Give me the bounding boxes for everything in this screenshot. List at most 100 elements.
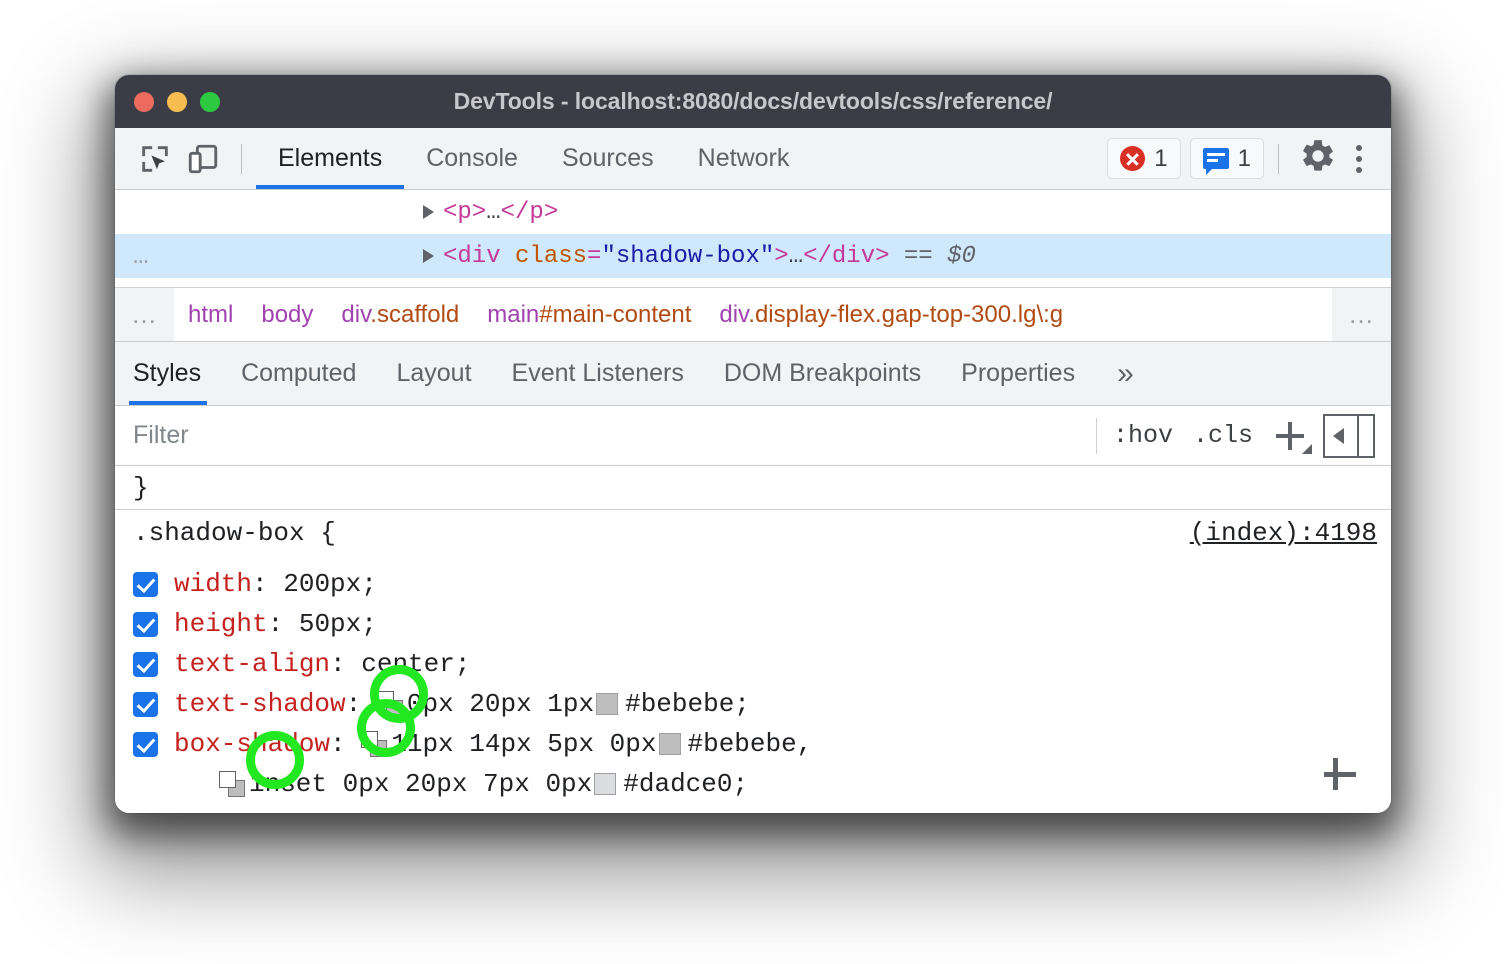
declaration-checkbox[interactable] — [133, 612, 158, 637]
breadcrumb-main-tag: main — [487, 301, 539, 328]
add-property-button[interactable] — [1319, 753, 1361, 795]
text-shadow-editor-icon[interactable] — [377, 691, 403, 717]
toggle-class-button[interactable]: .cls — [1183, 421, 1263, 450]
tab-dom-breakpoints[interactable]: DOM Breakpoints — [704, 342, 941, 405]
tab-sources[interactable]: Sources — [540, 128, 676, 189]
property-value[interactable]: 200px; — [283, 569, 377, 599]
panel-tab-list: Elements Console Sources Network — [256, 128, 811, 189]
property-value-color[interactable]: #bebebe, — [688, 729, 813, 759]
toggle-element-state-button[interactable]: :hov — [1103, 421, 1183, 450]
kebab-menu-icon[interactable] — [1341, 137, 1377, 181]
tab-styles[interactable]: Styles — [115, 342, 221, 405]
declaration-box-shadow-inset[interactable]: inset 0px 20px 7px 0px #dadce0; — [115, 764, 1391, 804]
css-rule-closing-brace: } — [115, 804, 1391, 813]
window-title: DevTools - localhost:8080/docs/devtools/… — [115, 88, 1391, 115]
tab-elements-label: Elements — [278, 144, 382, 173]
dom-tree-row-partial[interactable]: <style>…</style> — [115, 278, 1391, 288]
color-swatch[interactable] — [596, 693, 618, 715]
property-value-color[interactable]: #dadce0; — [623, 769, 748, 799]
property-name[interactable]: height — [174, 609, 268, 639]
declaration-box-shadow[interactable]: box-shadow: 11px 14px 5px 0px #bebebe, — [115, 724, 1391, 764]
declaration-checkbox[interactable] — [133, 652, 158, 677]
stylesheet-origin-link[interactable]: (index):4198 — [1190, 518, 1377, 548]
property-value-color[interactable]: #bebebe; — [625, 689, 750, 719]
gear-icon[interactable] — [1299, 137, 1337, 180]
new-style-rule-button[interactable] — [1263, 413, 1317, 459]
devtools-toolbar: Elements Console Sources Network 1 — [115, 128, 1391, 190]
div-equals: = — [587, 243, 601, 270]
tab-properties-label: Properties — [961, 359, 1075, 388]
property-value[interactable]: 11px 14px 5px 0px — [391, 729, 656, 759]
dom-tree: <p>…</p> … <div class="shadow-box">…</di… — [115, 190, 1391, 288]
property-name[interactable]: width — [174, 569, 252, 599]
box-shadow-inset-editor-icon[interactable] — [219, 771, 245, 797]
declaration-checkbox[interactable] — [133, 692, 158, 717]
p-ellipsis: … — [486, 199, 500, 226]
breadcrumb-main-id: #main-content — [539, 301, 691, 328]
p-open-tag: <p> — [443, 199, 486, 226]
tab-network[interactable]: Network — [676, 128, 812, 189]
tab-elements[interactable]: Elements — [256, 128, 404, 189]
expand-triangle-icon[interactable] — [423, 205, 434, 219]
property-name[interactable]: text-align — [174, 649, 330, 679]
declaration-checkbox[interactable] — [133, 572, 158, 597]
declaration-height[interactable]: height: 50px; — [115, 604, 1391, 644]
breadcrumb-item-div-scaffold[interactable]: div.scaffold — [327, 301, 473, 329]
property-value[interactable]: 0px 20px 1px — [407, 689, 594, 719]
warning-count-badge[interactable]: 1 — [1190, 138, 1264, 179]
breadcrumb-item-html[interactable]: html — [174, 301, 247, 329]
tab-layout[interactable]: Layout — [376, 342, 491, 405]
error-count: 1 — [1154, 145, 1167, 173]
breadcrumb-overflow-left[interactable]: … — [115, 288, 174, 341]
property-value[interactable]: center; — [361, 649, 470, 679]
breadcrumb-item-body[interactable]: body — [247, 301, 327, 329]
warning-count: 1 — [1238, 145, 1251, 173]
plus-icon-vertical — [1288, 422, 1292, 450]
filter-input[interactable] — [115, 420, 1090, 451]
dropdown-corner-icon — [1302, 444, 1312, 454]
dom-tree-row-shadow-box[interactable]: … <div class="shadow-box">…</div> == $0 — [115, 234, 1391, 278]
breadcrumb-item-div-flex[interactable]: div.display-flex.gap-top-300.lg\:g — [705, 301, 1077, 329]
css-rule-header: .shadow-box { (index):4198 — [115, 518, 1391, 564]
filter-divider — [1096, 418, 1097, 454]
more-tabs-chevron-icon[interactable]: » — [1095, 342, 1156, 405]
div-class-attr-value: "shadow-box" — [601, 243, 774, 270]
error-count-badge[interactable]: 1 — [1107, 138, 1180, 179]
color-swatch[interactable] — [594, 773, 616, 795]
inspect-element-icon[interactable] — [131, 135, 179, 183]
color-swatch[interactable] — [659, 733, 681, 755]
dock-to-right-icon[interactable] — [1323, 414, 1375, 458]
property-name[interactable]: box-shadow — [174, 729, 330, 759]
property-value[interactable]: inset 0px 20px 7px 0px — [249, 769, 592, 799]
tab-computed[interactable]: Computed — [221, 342, 376, 405]
dom-tree-row-p[interactable]: <p>…</p> — [115, 190, 1391, 234]
tab-event-listeners-label: Event Listeners — [512, 359, 684, 388]
declaration-width[interactable]: width: 200px; — [115, 564, 1391, 604]
close-window-button[interactable] — [134, 92, 154, 112]
zoom-window-button[interactable] — [200, 92, 220, 112]
styles-filter-row: :hov .cls — [115, 406, 1391, 466]
css-selector[interactable]: .shadow-box { — [133, 518, 336, 548]
error-icon — [1120, 146, 1145, 171]
expand-triangle-icon-selected[interactable] — [423, 249, 434, 263]
styles-sidebar-tabs: Styles Computed Layout Event Listeners D… — [115, 342, 1391, 406]
property-value[interactable]: 50px; — [299, 609, 377, 639]
breadcrumb-item-main-content[interactable]: main#main-content — [473, 301, 705, 329]
dock-divider — [1357, 416, 1359, 456]
box-shadow-editor-icon[interactable] — [361, 731, 387, 757]
dom-row-badge-dots[interactable]: … — [133, 241, 423, 271]
declaration-text-shadow[interactable]: text-shadow: 0px 20px 1px #bebebe; — [115, 684, 1391, 724]
div-tag-close: > — [774, 243, 788, 270]
breadcrumb-div-tag: div — [341, 301, 370, 328]
tab-properties[interactable]: Properties — [941, 342, 1095, 405]
property-name[interactable]: text-shadow — [174, 689, 346, 719]
breadcrumb-overflow-right[interactable]: … — [1332, 288, 1391, 341]
declaration-checkbox[interactable] — [133, 732, 158, 757]
tab-console[interactable]: Console — [404, 128, 540, 189]
declaration-text-align[interactable]: text-align: center; — [115, 644, 1391, 684]
tab-event-listeners[interactable]: Event Listeners — [492, 342, 704, 405]
minimize-window-button[interactable] — [167, 92, 187, 112]
styles-pane: } .shadow-box { (index):4198 width: 200p… — [115, 466, 1391, 813]
device-toolbar-icon[interactable] — [179, 135, 227, 183]
message-icon — [1203, 148, 1229, 169]
